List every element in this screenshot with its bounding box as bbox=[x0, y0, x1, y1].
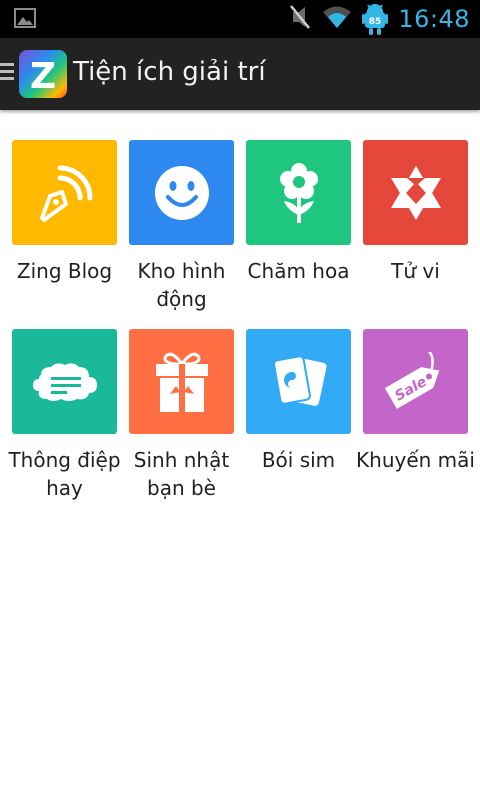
tile-sinh-nhat-ban-be-box[interactable] bbox=[129, 329, 234, 434]
tile-label: Thông điệp hay bbox=[8, 448, 121, 500]
action-bar: Z Tiện ích giải trí bbox=[0, 38, 480, 110]
app-logo[interactable]: Z bbox=[19, 50, 67, 98]
tile-khuyen-mai[interactable]: Sale Khuyến mãi bbox=[356, 329, 475, 474]
tile-cham-hoa[interactable]: Chăm hoa bbox=[246, 140, 351, 285]
smiley-icon bbox=[154, 165, 209, 220]
android-battery-icon: 85 bbox=[362, 4, 389, 35]
cloud-message-icon bbox=[32, 362, 97, 401]
tile-tu-vi[interactable]: Tử vi bbox=[363, 140, 468, 285]
tile-sinh-nhat-ban-be[interactable]: Sinh nhật bạn bè bbox=[129, 329, 234, 502]
tile-tu-vi-box[interactable] bbox=[363, 140, 468, 245]
tile-label: Khuyến mãi bbox=[356, 448, 475, 472]
battery-level: 85 bbox=[369, 17, 382, 27]
tile-label: Zing Blog bbox=[16, 259, 113, 283]
tile-thong-diep-hay-box[interactable] bbox=[12, 329, 117, 434]
tile-zing-blog[interactable]: Zing Blog bbox=[12, 140, 117, 285]
star-of-david-icon bbox=[390, 165, 441, 220]
tile-thong-diep-hay[interactable]: Thông điệp hay bbox=[8, 329, 121, 502]
tile-label: Chăm hoa bbox=[247, 259, 350, 283]
pen-nib-icon bbox=[39, 165, 92, 222]
app-logo-letter: Z bbox=[30, 56, 56, 97]
mute-icon bbox=[288, 4, 312, 34]
status-clock: 16:48 bbox=[398, 5, 470, 33]
tile-khuyen-mai-box[interactable]: Sale bbox=[363, 329, 468, 434]
tile-boi-sim-box[interactable] bbox=[246, 329, 351, 434]
image-notification-icon bbox=[14, 8, 36, 32]
tile-label: Sinh nhật bạn bè bbox=[133, 448, 230, 500]
gift-icon bbox=[155, 352, 208, 412]
tile-boi-sim[interactable]: Bói sim bbox=[246, 329, 351, 474]
status-bar: 85 16:48 bbox=[0, 0, 480, 38]
tile-label: Tử vi bbox=[391, 259, 440, 283]
flower-icon bbox=[279, 162, 318, 223]
tile-label: Kho hình động bbox=[137, 259, 226, 311]
page-title: Tiện ích giải trí bbox=[73, 57, 266, 87]
tile-zing-blog-box[interactable] bbox=[12, 140, 117, 245]
drawer-menu-icon[interactable] bbox=[0, 63, 14, 84]
smiley-eye bbox=[169, 180, 176, 191]
tile-kho-hinh-dong[interactable]: Kho hình động bbox=[129, 140, 234, 313]
tile-cham-hoa-box[interactable] bbox=[246, 140, 351, 245]
tarot-cards-icon bbox=[272, 354, 327, 406]
tile-kho-hinh-dong-box[interactable] bbox=[129, 140, 234, 245]
wifi-icon bbox=[322, 5, 352, 33]
tile-label: Bói sim bbox=[261, 448, 336, 472]
sale-tag-icon: Sale bbox=[384, 351, 439, 409]
